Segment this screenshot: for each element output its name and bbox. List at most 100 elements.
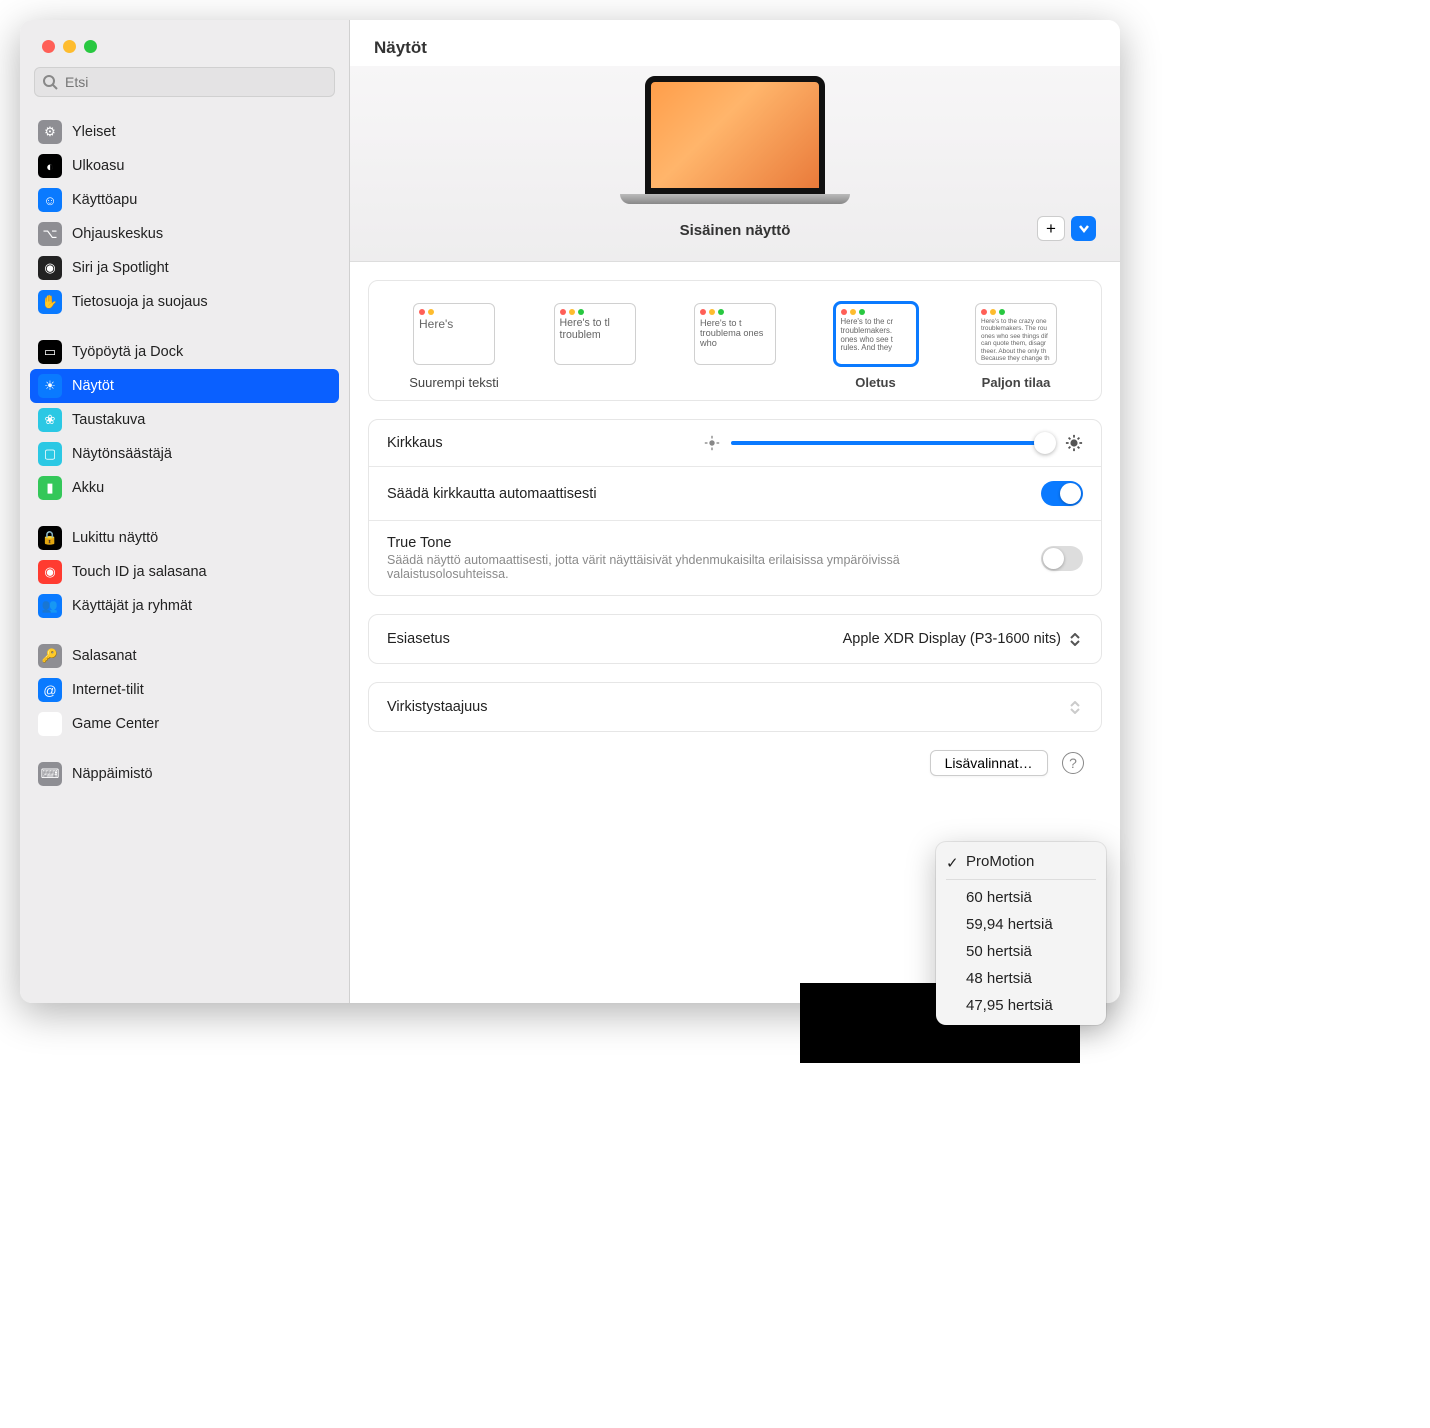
menu-item[interactable]: 59,94 hertsiä [936,911,1106,938]
sidebar-item-näppäimistö[interactable]: ⌨ Näppäimistö [30,757,339,791]
resolution-option-4[interactable]: Here's to the crazy one troublemakers. T… [961,303,1071,390]
sidebar-item-ulkoasu[interactable]: ◐ Ulkoasu [30,149,339,183]
refresh-card: Virkistystaajuus [368,682,1102,732]
checkmark-icon: ✓ [946,854,959,872]
chevron-down-icon [1078,223,1090,235]
sidebar-item-label: Salasanat [72,648,137,664]
sidebar-item-label: Lukittu näyttö [72,530,158,546]
footer: Lisävalinnat… ? [368,750,1102,794]
settings-window: ⚙ Yleiset ◐ Ulkoasu ☺Käyttöapu ⌥ Ohjauskeskus ◉… [20,20,1120,1003]
brightness-slider[interactable] [703,434,1083,452]
sidebar-icon: ⌥ [38,222,62,246]
device-name: Sisäinen näyttö [374,222,1096,239]
sidebar-item-label: Taustakuva [72,412,145,428]
sidebar-item-label: Näytönsäästäjä [72,446,172,462]
sidebar-item-käyttöapu[interactable]: ☺Käyttöapu [30,183,339,217]
sidebar-item-yleiset[interactable]: ⚙ Yleiset [30,115,339,149]
auto-brightness-toggle[interactable] [1041,481,1083,506]
page-title: Näytöt [350,20,1120,66]
sidebar-icon: ⚙ [38,120,62,144]
resolution-label: Paljon tilaa [961,375,1071,390]
sidebar-icon: ❀ [38,408,62,432]
sidebar-icon: ☺ [38,188,62,212]
device-preview-area: Sisäinen näyttö + [350,66,1120,262]
sidebar-nav: ⚙ Yleiset ◐ Ulkoasu ☺Käyttöapu ⌥ Ohjauskeskus ◉… [20,109,349,1003]
resolution-thumb: Here's [413,303,495,365]
sidebar-item-label: Siri ja Spotlight [72,260,169,276]
sidebar-item-label: Työpöytä ja Dock [72,344,183,360]
brightness-card: Kirkkaus Säädä kirkkautta automaattisest… [368,419,1102,596]
refresh-select[interactable] [1067,697,1083,717]
menu-item[interactable]: 60 hertsiä [936,884,1106,911]
sidebar-item-label: Internet-tilit [72,682,144,698]
sidebar-item-label: Yleiset [72,124,116,140]
resolution-option-1[interactable]: Here's to tl troublem [540,303,650,390]
sidebar-item-näytönsäästäjä[interactable]: ▢ Näytönsäästäjä [30,437,339,471]
resolution-label: Suurempi teksti [399,375,509,390]
resolution-option-3[interactable]: Here's to the cr troublemakers. ones who… [821,303,931,390]
close-icon[interactable] [42,40,55,53]
sidebar-item-label: Game Center [72,716,159,732]
sidebar-item-label: Ulkoasu [72,158,124,174]
sidebar-item-label: Akku [72,480,104,496]
sidebar-item-label: Tietosuoja ja suojaus [72,294,208,310]
sidebar-icon: 👥 [38,594,62,618]
resolution-label: Oletus [821,375,931,390]
sidebar-icon: ◓ [38,712,62,736]
preset-label: Esiasetus [387,631,450,647]
sidebar-icon: ☀ [38,374,62,398]
window-controls [20,20,349,67]
sidebar-item-game-center[interactable]: ◓ Game Center [30,707,339,741]
updown-icon [1067,697,1083,717]
sidebar-item-salasanat[interactable]: 🔑 Salasanat [30,639,339,673]
sidebar-item-akku[interactable]: ▮ Akku [30,471,339,505]
updown-icon [1067,629,1083,649]
maximize-icon[interactable] [84,40,97,53]
sidebar-item-näytöt[interactable]: ☀ Näytöt [30,369,339,403]
sidebar-item-siri-ja-spotlight[interactable]: ◉Siri ja Spotlight [30,251,339,285]
menu-item-selected[interactable]: ✓ ProMotion [936,848,1106,875]
search-input[interactable] [34,67,335,97]
sidebar-item-lukittu-näyttö[interactable]: 🔒Lukittu näyttö [30,521,339,555]
brightness-low-icon [703,434,721,452]
refresh-label: Virkistystaajuus [387,699,487,715]
menu-item[interactable]: 50 hertsiä [936,938,1106,965]
sidebar-item-label: Näytöt [72,378,114,394]
add-display-button[interactable]: + [1037,216,1065,241]
resolution-option-0[interactable]: Here's Suurempi teksti [399,303,509,390]
advanced-button[interactable]: Lisävalinnat… [930,750,1048,776]
sidebar-icon: ⌨ [38,762,62,786]
sidebar-item-ohjauskeskus[interactable]: ⌥ Ohjauskeskus [30,217,339,251]
help-button[interactable]: ? [1062,752,1084,774]
brightness-label: Kirkkaus [387,435,443,451]
sidebar-item-label: Ohjauskeskus [72,226,163,242]
sidebar-icon: ▢ [38,442,62,466]
search-field[interactable] [34,67,335,97]
arrange-dropdown-button[interactable] [1071,216,1096,241]
sidebar-item-label: Käyttäjät ja ryhmät [72,598,192,614]
brightness-high-icon [1065,434,1083,452]
sidebar-icon: ◐ [38,154,62,178]
sidebar-item-työpöytä-ja-dock[interactable]: ▭Työpöytä ja Dock [30,335,339,369]
sidebar-icon: ▮ [38,476,62,500]
sidebar-item-touch-id-ja-salasana[interactable]: ◉ Touch ID ja salasana [30,555,339,589]
sidebar-item-taustakuva[interactable]: ❀ Taustakuva [30,403,339,437]
sidebar-icon: ✋ [38,290,62,314]
sidebar-item-tietosuoja-ja-suojaus[interactable]: ✋ Tietosuoja ja suojaus [30,285,339,319]
menu-item[interactable]: 47,95 hertsiä [936,992,1106,1019]
main-panel: Näytöt Sisäinen näyttö + Here's Suurempi … [350,20,1120,1003]
minimize-icon[interactable] [63,40,76,53]
truetone-toggle[interactable] [1041,546,1083,571]
sidebar-item-label: Näppäimistö [72,766,153,782]
sidebar-item-label: Touch ID ja salasana [72,564,207,580]
preset-select[interactable]: Apple XDR Display (P3-1600 nits) [843,629,1083,649]
sidebar-item-käyttäjät-ja-ryhmät[interactable]: 👥 Käyttäjät ja ryhmät [30,589,339,623]
resolution-option-2[interactable]: Here's to t troublema ones who [680,303,790,390]
sidebar-icon: @ [38,678,62,702]
sidebar-icon: 🔑 [38,644,62,668]
refresh-rate-menu[interactable]: ✓ ProMotion 60 hertsiä59,94 hertsiä50 he… [936,842,1106,1025]
sidebar-item-internet-tilit[interactable]: @ Internet-tilit [30,673,339,707]
auto-brightness-label: Säädä kirkkautta automaattisesti [387,486,597,502]
menu-item[interactable]: 48 hertsiä [936,965,1106,992]
sidebar-icon: ◉ [38,560,62,584]
